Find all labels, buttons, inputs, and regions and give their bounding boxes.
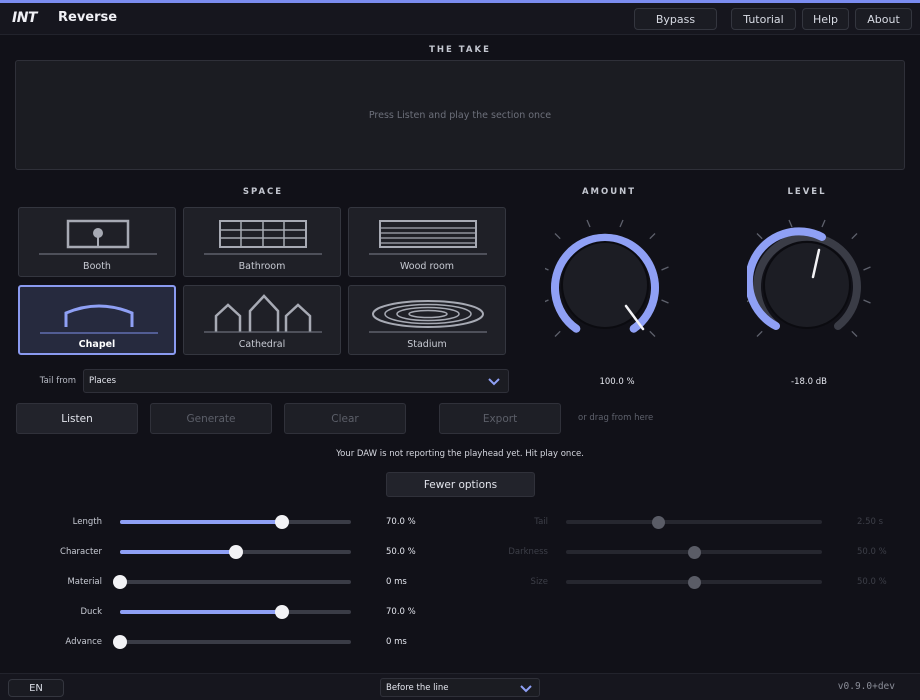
space-card-bathroom[interactable]: Bathroom xyxy=(183,207,341,277)
slider-duck-fill xyxy=(120,610,282,614)
space-section-label: SPACE xyxy=(242,187,284,197)
space-card-chapel[interactable]: Chapel xyxy=(18,285,176,355)
language-button[interactable]: EN xyxy=(8,679,64,697)
slider-size-value: 50.0 % xyxy=(857,577,887,587)
slider-character-thumb[interactable] xyxy=(228,545,243,559)
slider-size-thumb[interactable] xyxy=(687,575,701,589)
tutorial-button[interactable]: Tutorial xyxy=(731,8,796,30)
space-card-booth[interactable]: Booth xyxy=(18,207,176,277)
slider-advance-value: 0 ms xyxy=(386,637,407,647)
space-card-label: Chapel xyxy=(78,339,116,350)
slider-length-fill xyxy=(120,520,282,524)
chevron-down-icon xyxy=(488,378,500,386)
slider-material-thumb[interactable] xyxy=(113,575,127,589)
about-button[interactable]: About xyxy=(855,8,912,30)
slider-tail-label: Tail xyxy=(534,517,548,527)
slider-character-value: 50.0 % xyxy=(386,547,416,557)
slider-length-label: Length xyxy=(72,517,102,527)
slider-material-label: Material xyxy=(67,577,102,587)
export-button[interactable]: Export xyxy=(439,403,561,434)
placement-value: Before the line xyxy=(386,682,449,693)
space-card-label: Stadium xyxy=(407,339,447,350)
level-value: -18.0 dB xyxy=(791,377,827,387)
take-section-label: THE TAKE xyxy=(429,45,491,55)
slider-character-fill xyxy=(120,550,236,554)
slider-size-label: Size xyxy=(530,577,548,587)
level-knob[interactable] xyxy=(747,210,882,360)
slider-length-value: 70.0 % xyxy=(386,517,416,527)
slider-tail-track[interactable] xyxy=(566,520,822,524)
slider-material-value: 0 ms xyxy=(386,577,407,587)
slider-darkness-thumb[interactable] xyxy=(687,545,701,559)
take-prompt: Press Listen and play the section once xyxy=(368,109,552,121)
slider-length-track[interactable] xyxy=(120,520,351,524)
help-button[interactable]: Help xyxy=(802,8,849,30)
app-title: Reverse xyxy=(58,10,118,25)
tail-from-select[interactable]: Places xyxy=(83,369,509,393)
space-card-stadium[interactable]: Stadium xyxy=(348,285,506,355)
status-message: Your DAW is not reporting the playhead y… xyxy=(336,449,584,459)
drag-hint[interactable]: or drag from here xyxy=(578,413,653,423)
fewer-options-button[interactable]: Fewer options xyxy=(386,472,535,497)
generate-button[interactable]: Generate xyxy=(150,403,272,434)
take-area[interactable]: Press Listen and play the section once xyxy=(15,60,905,170)
slider-darkness-value: 50.0 % xyxy=(857,547,887,557)
slider-material-track[interactable] xyxy=(120,580,351,584)
slider-duck-track[interactable] xyxy=(120,610,351,614)
placement-select[interactable]: Before the line xyxy=(380,678,540,697)
space-card-label: Wood room xyxy=(399,261,455,272)
chevron-down-icon xyxy=(520,685,532,693)
slider-duck-label: Duck xyxy=(80,607,102,617)
slider-tail-value: 2.50 s xyxy=(857,517,884,527)
slider-length-thumb[interactable] xyxy=(274,515,289,529)
slider-duck-value: 70.0 % xyxy=(386,607,416,617)
space-card-cathedral[interactable]: Cathedral xyxy=(183,285,341,355)
app-logo: INT xyxy=(12,10,37,26)
space-card-label: Cathedral xyxy=(238,339,286,350)
space-card-label: Bathroom xyxy=(238,261,286,272)
slider-tail-thumb[interactable] xyxy=(651,515,665,529)
amount-label: AMOUNT xyxy=(581,187,637,197)
slider-advance-thumb[interactable] xyxy=(113,635,127,649)
tail-from-label: Tail from xyxy=(39,376,76,386)
slider-advance-track[interactable] xyxy=(120,640,351,644)
version-label: v0.9.0+dev xyxy=(837,681,895,692)
slider-advance-label: Advance xyxy=(65,637,102,647)
slider-character-label: Character xyxy=(60,547,102,557)
tail-from-value: Places xyxy=(89,376,117,386)
slider-darkness-label: Darkness xyxy=(508,547,548,557)
amount-knob[interactable] xyxy=(545,210,680,360)
bypass-button[interactable]: Bypass xyxy=(634,8,717,30)
amount-value: 100.0 % xyxy=(599,377,635,387)
slider-duck-thumb[interactable] xyxy=(274,605,289,619)
space-card-wood-room[interactable]: Wood room xyxy=(348,207,506,277)
level-label: LEVEL xyxy=(787,187,827,197)
listen-button[interactable]: Listen xyxy=(16,403,138,434)
space-card-label: Booth xyxy=(83,261,111,272)
clear-button[interactable]: Clear xyxy=(284,403,406,434)
